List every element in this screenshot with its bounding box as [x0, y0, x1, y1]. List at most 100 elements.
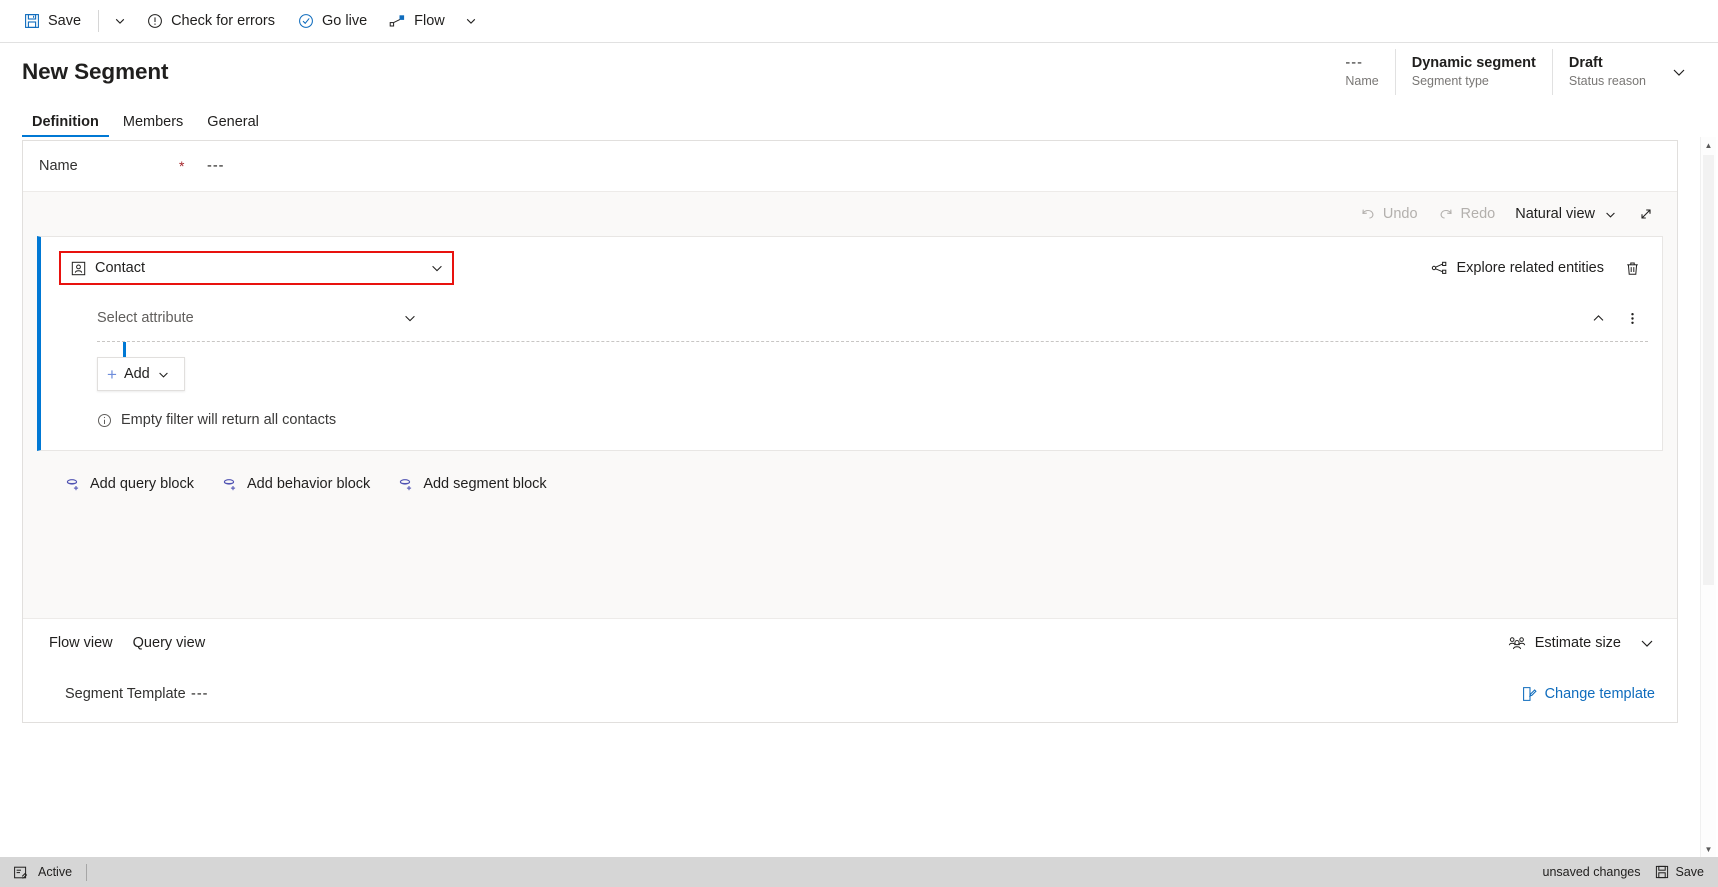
save-button-label: Save — [48, 13, 82, 29]
attribute-more-options-button[interactable] — [1616, 302, 1648, 334]
empty-filter-note: Empty filter will return all contacts — [97, 412, 1662, 428]
segment-template-label: Segment Template — [65, 686, 186, 702]
redo-icon — [1438, 206, 1454, 222]
redo-button[interactable]: Redo — [1429, 198, 1505, 230]
segment-template-value: --- — [191, 686, 209, 702]
save-options-caret[interactable] — [105, 3, 135, 39]
flow-icon — [389, 13, 406, 30]
more-vertical-icon — [1625, 311, 1640, 326]
command-bar: Save Check for errors Go live Flow — [0, 0, 1718, 43]
header-field-name: --- Name — [1329, 49, 1394, 95]
explore-related-entities-button[interactable]: Explore related entities — [1423, 252, 1613, 284]
go-live-button[interactable]: Go live — [286, 3, 378, 39]
redo-label: Redo — [1460, 206, 1496, 222]
views-expand-button[interactable] — [1631, 627, 1663, 659]
plus-icon: + — [107, 364, 117, 384]
status-bar-right: unsaved changes Save — [1543, 865, 1705, 879]
people-icon — [1508, 635, 1526, 651]
tab-members[interactable]: Members — [113, 114, 193, 137]
add-query-block-icon — [1431, 260, 1448, 276]
check-for-errors-button[interactable]: Check for errors — [135, 3, 286, 39]
tab-strip: Definition Members General — [0, 101, 1718, 137]
tab-general[interactable]: General — [197, 114, 269, 137]
unsaved-changes-label: unsaved changes — [1542, 865, 1641, 879]
scrollbar-thumb[interactable] — [1703, 155, 1714, 585]
add-segment-block-label: Add segment block — [423, 476, 547, 492]
flow-label: Flow — [414, 13, 445, 29]
page-header: New Segment --- Name Dynamic segment Seg… — [0, 43, 1718, 101]
attribute-select-placeholder: Select attribute — [97, 310, 194, 326]
contact-entity-icon — [71, 261, 86, 276]
body-region: Name * --- Undo Redo Natural view Contac… — [0, 137, 1718, 857]
collapse-attribute-button[interactable] — [1582, 302, 1614, 334]
save-icon — [1655, 865, 1669, 879]
add-block-links: Add query block Add behavior block Add s… — [23, 451, 1677, 500]
segment-template-row: Segment Template --- Change template — [23, 666, 1677, 722]
chevron-down-icon — [403, 311, 417, 325]
name-field-value[interactable]: --- — [207, 158, 225, 174]
header-name-value: --- — [1345, 55, 1363, 71]
required-indicator: * — [179, 158, 185, 174]
save-icon — [23, 13, 40, 30]
add-segment-block-button[interactable]: Add segment block — [388, 468, 556, 500]
add-behavior-block-button[interactable]: Add behavior block — [212, 468, 380, 500]
save-button[interactable]: Save — [12, 3, 92, 39]
empty-filter-note-text: Empty filter will return all contacts — [121, 412, 337, 428]
delete-query-block-button[interactable] — [1616, 252, 1648, 284]
add-segment-block-icon — [398, 477, 414, 492]
query-view-tab[interactable]: Query view — [123, 627, 216, 659]
change-template-label: Change template — [1544, 686, 1655, 702]
scroll-down-arrow[interactable]: ▼ — [1701, 841, 1716, 857]
record-state-label: Active — [38, 865, 73, 879]
entity-select[interactable]: Contact — [59, 251, 454, 285]
chevron-down-icon — [465, 15, 477, 27]
flow-button[interactable]: Flow — [378, 3, 456, 39]
name-field-row: Name * --- — [23, 141, 1677, 192]
chevron-down-icon — [1639, 635, 1655, 651]
query-block-actions: Explore related entities — [1423, 252, 1649, 284]
command-bar-separator — [98, 10, 100, 32]
attribute-select[interactable]: Select attribute — [97, 302, 417, 334]
status-save-label: Save — [1675, 865, 1705, 879]
expand-designer-button[interactable] — [1629, 198, 1663, 230]
scroll-up-arrow[interactable]: ▲ — [1701, 137, 1716, 153]
change-template-button[interactable]: Change template — [1513, 678, 1663, 710]
flow-view-tab[interactable]: Flow view — [39, 627, 123, 659]
go-live-label: Go live — [322, 13, 368, 29]
status-bar-divider — [86, 863, 88, 881]
add-condition-button[interactable]: + Add — [97, 357, 185, 391]
error-circle-icon — [146, 13, 163, 30]
attribute-divider — [97, 341, 1648, 388]
estimate-size-button[interactable]: Estimate size — [1500, 627, 1629, 659]
segment-designer: Undo Redo Natural view Contact Explore r… — [23, 192, 1677, 618]
flow-options-caret[interactable] — [456, 3, 486, 39]
header-status-reason-label: Status reason — [1568, 74, 1646, 88]
view-mode-selector[interactable]: Natural view — [1506, 198, 1627, 230]
undo-button[interactable]: Undo — [1351, 198, 1427, 230]
vertical-scrollbar[interactable]: ▲ ▼ — [1700, 137, 1716, 857]
edit-document-icon — [1521, 686, 1537, 702]
segment-editor-page: Save Check for errors Go live Flow New S… — [0, 0, 1718, 887]
header-field-segment-type: Dynamic segment Segment type — [1394, 49, 1552, 95]
undo-label: Undo — [1382, 206, 1418, 222]
segment-template-actions: Change template — [1513, 678, 1663, 710]
add-query-block-icon — [65, 477, 81, 492]
add-condition-label: Add — [123, 366, 150, 382]
definition-panel: Name * --- Undo Redo Natural view Contac… — [0, 137, 1700, 857]
views-bar-actions: Estimate size — [1500, 627, 1663, 659]
chevron-down-icon — [114, 15, 126, 27]
tab-definition[interactable]: Definition — [22, 114, 109, 137]
header-segment-type-label: Segment type — [1411, 74, 1489, 88]
explore-related-entities-label: Explore related entities — [1456, 260, 1605, 276]
chevron-down-icon — [1671, 64, 1687, 80]
header-summary: --- Name Dynamic segment Segment type Dr… — [1329, 49, 1696, 95]
status-save-button[interactable]: Save — [1655, 865, 1705, 879]
header-expand-button[interactable] — [1662, 49, 1696, 95]
designer-canvas-space — [23, 500, 1677, 618]
chevron-up-icon — [1591, 311, 1606, 326]
check-for-errors-label: Check for errors — [171, 13, 276, 29]
chevron-down-icon — [157, 368, 170, 381]
undo-icon — [1360, 206, 1376, 222]
add-query-block-button[interactable]: Add query block — [55, 468, 204, 500]
check-circle-icon — [297, 13, 314, 30]
